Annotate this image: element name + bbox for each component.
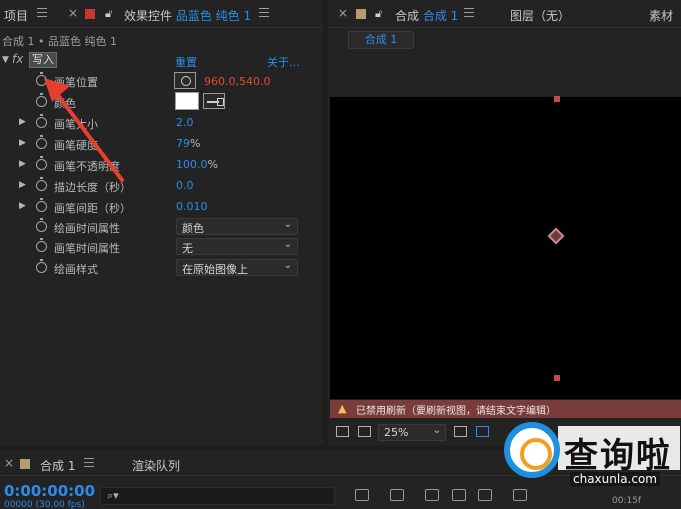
magnifier-logo-icon (504, 422, 560, 478)
timeline-search-input[interactable]: ⌕▾ (100, 487, 335, 505)
composition-panel: × 🔓︎ 合成 合成 1 图层（无） 素材 合成 1 ▲ 已禁用刷新（要刷新视图… (328, 0, 681, 445)
watermark-logo: 查询啦 chaxunla.com (500, 420, 681, 498)
chevron-down-icon: ⌄ (283, 260, 292, 271)
chevron-down-icon: ⌄ (283, 239, 292, 250)
shy-layers-icon[interactable] (425, 489, 439, 501)
comp-color-icon (356, 9, 366, 19)
tab-effect-controls[interactable]: 效果控件 品蓝色 纯色 1 (124, 7, 251, 24)
expand-triangle-icon[interactable]: ▶ (19, 117, 26, 127)
timeline-menu-icon[interactable] (84, 458, 94, 468)
tab-composition[interactable]: 合成 合成 1 (395, 7, 458, 24)
tab-footage[interactable]: 素材 (649, 7, 673, 24)
comp-flowchart-icon[interactable] (355, 489, 369, 501)
close-icon[interactable]: × (338, 6, 348, 20)
paint-style-select[interactable]: 在原始图像上 ⌄ (176, 259, 298, 276)
stopwatch-icon[interactable] (36, 218, 47, 232)
chevron-down-icon: ⌄ (283, 219, 292, 230)
stopwatch-icon[interactable] (36, 259, 47, 273)
stopwatch-icon[interactable] (36, 198, 47, 212)
prop-label: 绘画样式 (54, 263, 98, 276)
left-tabbar: 项目 × 🔓︎ 效果控件 品蓝色 纯色 1 (0, 0, 323, 28)
about-link[interactable]: 关于... (267, 54, 300, 70)
brush-position-value[interactable]: 960.0,540.0 (204, 75, 270, 88)
right-tabbar: × 🔓︎ 合成 合成 1 图层（无） 素材 (328, 0, 681, 28)
zoom-select[interactable]: 25% ⌄ (378, 424, 446, 441)
tab-timeline-comp[interactable]: 合成 1 (40, 457, 75, 474)
expand-triangle-icon[interactable]: ▶ (19, 159, 26, 169)
brush-time-properties-select[interactable]: 无 ⌄ (176, 238, 298, 255)
target-icon[interactable] (174, 72, 196, 89)
eyedropper-icon[interactable] (203, 93, 225, 109)
breadcrumb: 合成 1 • 品蓝色 纯色 1 (2, 35, 117, 48)
collapse-triangle-icon[interactable]: ▼ (2, 55, 9, 65)
chevron-down-icon: ⌄ (432, 425, 441, 436)
prop-label: 绘画时间属性 (54, 222, 120, 235)
frame-blending-icon[interactable] (452, 489, 466, 501)
prop-label: 画笔间距（秒） (54, 202, 131, 215)
search-icon: ⌕▾ (107, 489, 119, 502)
transform-handle-top[interactable] (554, 96, 560, 102)
monitor-icon[interactable] (358, 426, 371, 437)
tab-project[interactable]: 项目 (4, 7, 28, 24)
transform-handle-bottom[interactable] (554, 375, 560, 381)
comp-color-icon (20, 459, 30, 469)
comp-subtab[interactable]: 合成 1 (348, 31, 414, 49)
current-timecode[interactable]: 0:00:00:00 (4, 482, 95, 500)
warning-text: 已禁用刷新（要刷新视图，请结束文字编辑） (356, 406, 556, 417)
watermark-title: 查询啦 (564, 436, 672, 476)
draft-3d-icon[interactable] (390, 489, 404, 501)
write-effect-name[interactable]: 写入 (29, 52, 57, 68)
warning-icon: ▲ (338, 402, 347, 415)
prop-value[interactable]: 0.0 (176, 179, 194, 192)
refresh-warning-bar: ▲ 已禁用刷新（要刷新视图，请结束文字编辑） (330, 400, 681, 418)
expand-triangle-icon[interactable]: ▶ (19, 138, 26, 148)
prop-label: 画笔时间属性 (54, 242, 120, 255)
paint-time-properties-select[interactable]: 颜色 ⌄ (176, 218, 298, 235)
mask-visibility-icon[interactable] (476, 426, 489, 437)
comp-menu-icon[interactable] (464, 8, 474, 18)
close-icon[interactable]: × (4, 456, 14, 470)
expand-triangle-icon[interactable]: ▶ (19, 201, 26, 211)
annotation-arrow (44, 78, 124, 182)
watermark-url: chaxunla.com (570, 472, 660, 486)
prop-value[interactable]: 0.010 (176, 200, 208, 213)
lock-icon[interactable]: 🔓︎ (105, 7, 112, 21)
prop-value[interactable]: 79% (176, 137, 200, 150)
reset-link[interactable]: 重置 (175, 54, 197, 70)
tab-layer[interactable]: 图层（无） (510, 7, 570, 24)
effect-controls-panel: 项目 × 🔓︎ 效果控件 品蓝色 纯色 1 合成 1 • 品蓝色 纯色 1 ▼ … (0, 0, 323, 445)
snapshot-icon[interactable] (336, 426, 349, 437)
frame-count: 00000 (30.00 fps) (4, 500, 85, 509)
composition-viewer[interactable] (330, 96, 681, 399)
effects-menu-icon[interactable] (259, 8, 269, 18)
fx-toggle[interactable]: fx (12, 52, 23, 66)
expand-triangle-icon[interactable]: ▶ (19, 180, 26, 190)
grid-icon[interactable] (454, 426, 467, 437)
prop-value[interactable]: 2.0 (176, 116, 194, 129)
motion-blur-icon[interactable] (478, 489, 492, 501)
project-menu-icon[interactable] (37, 8, 47, 18)
prop-brush-spacing: ▶ 画笔间距（秒） 0.010 (0, 197, 323, 217)
color-swatch[interactable] (175, 92, 199, 110)
stopwatch-icon[interactable] (36, 238, 47, 252)
layer-color-icon (85, 9, 95, 19)
prop-value[interactable]: 100.0% (176, 158, 218, 171)
tab-render-queue[interactable]: 渲染队列 (132, 457, 180, 474)
close-icon[interactable]: × (68, 6, 78, 20)
lock-icon[interactable]: 🔓︎ (375, 7, 382, 21)
